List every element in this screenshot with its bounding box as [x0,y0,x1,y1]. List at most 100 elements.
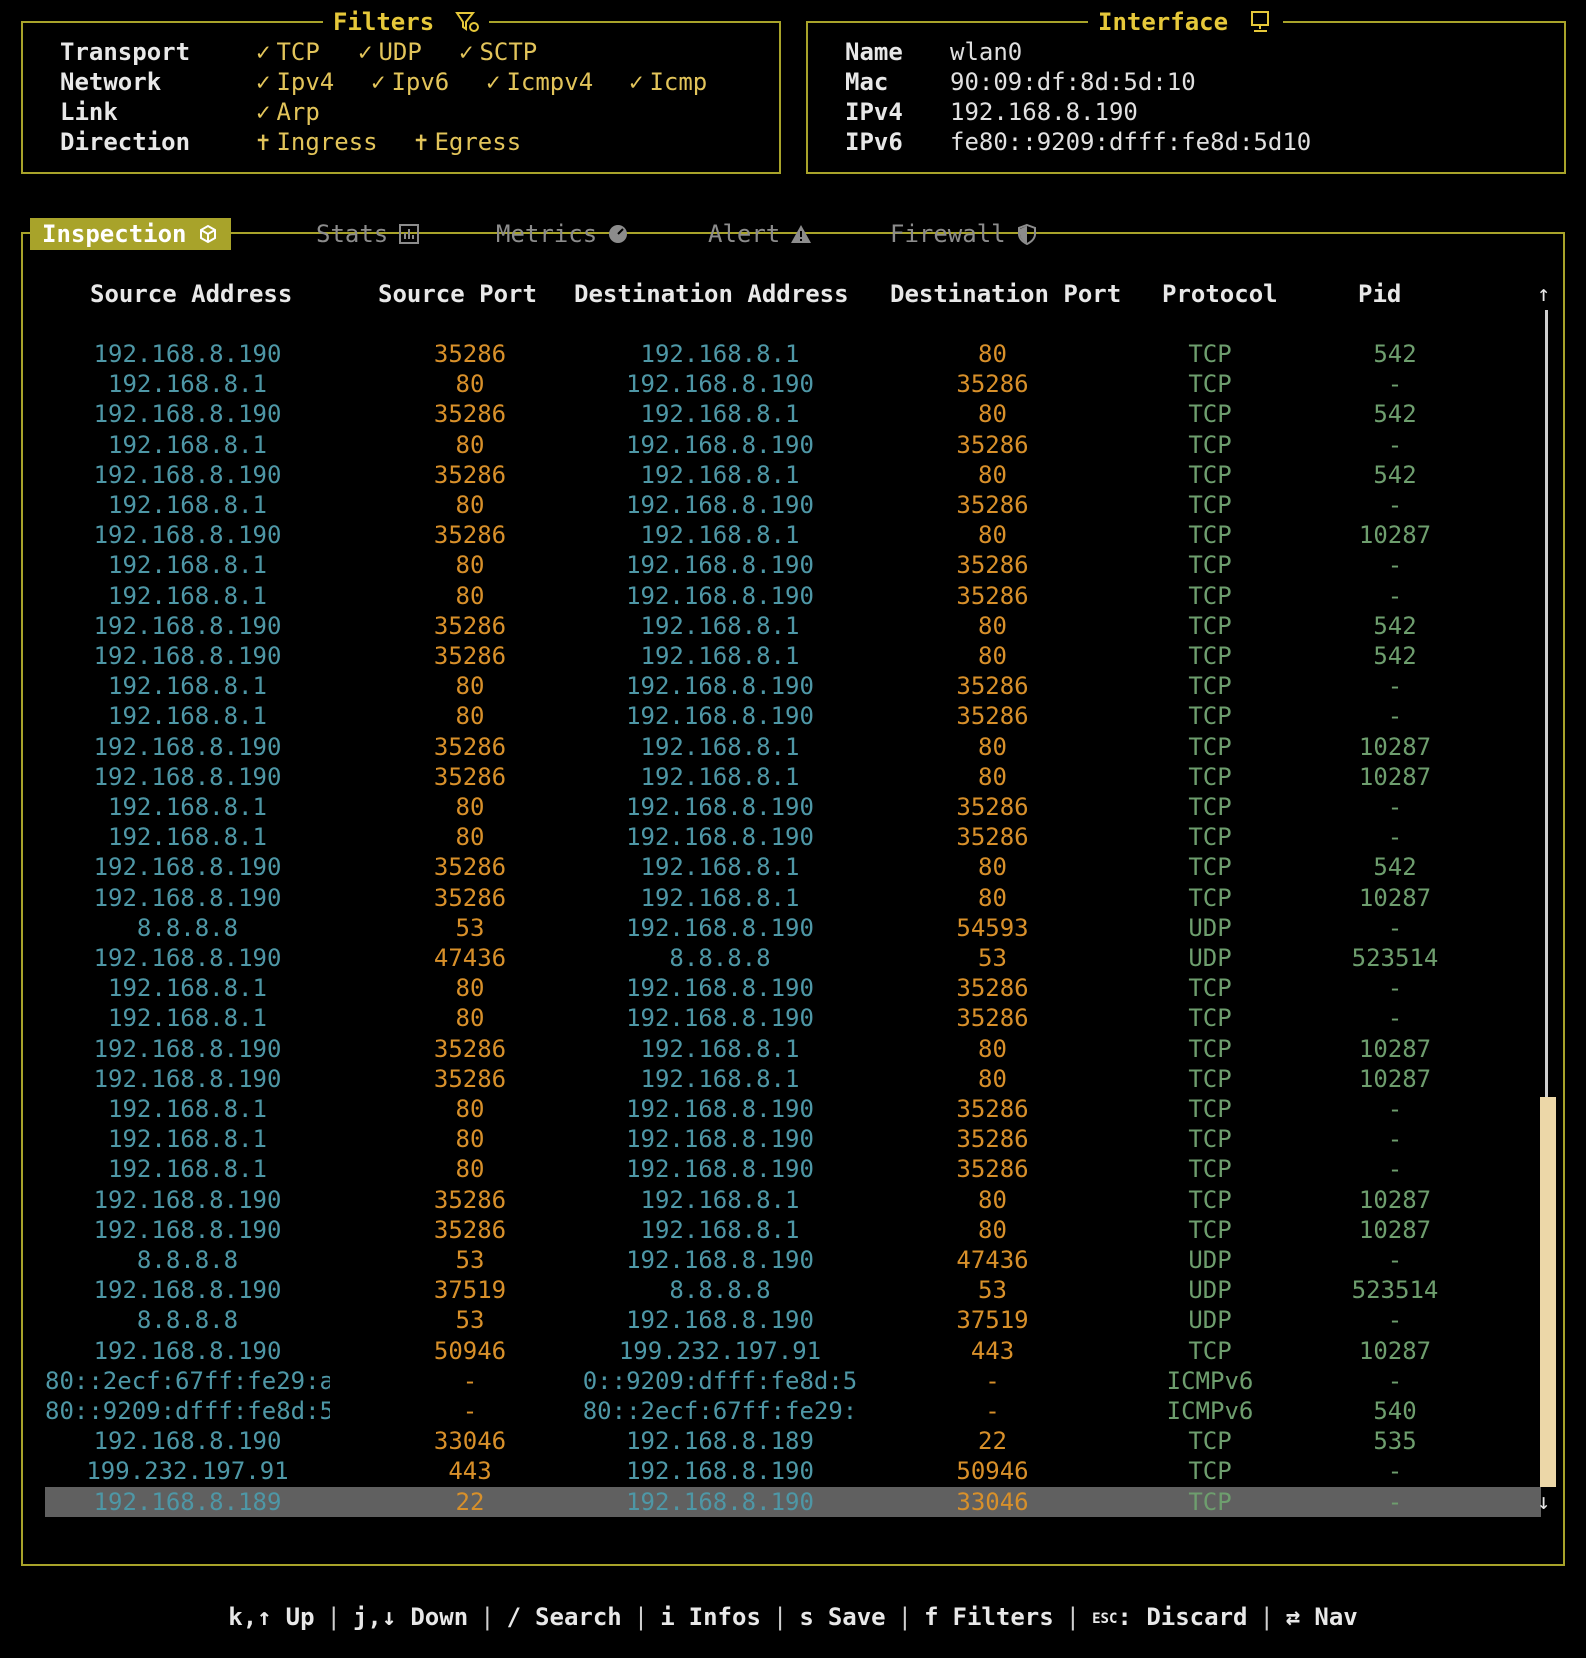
column-header-source-port[interactable]: Source Port [378,279,537,309]
table-row[interactable]: 192.168.8.1 80 192.168.8.190 35286 TCP - [45,581,1541,611]
filter-option-tcp[interactable]: ✓ TCP [256,37,320,67]
tab-inspection[interactable]: Inspection [30,218,231,250]
cell-source-port: 53 [455,913,485,942]
filter-option-ipv4[interactable]: ✓ Ipv4 [256,67,334,97]
table-row[interactable]: 192.168.8.190 35286 192.168.8.1 80 TCP 542 [45,611,1541,641]
table-row[interactable]: 199.232.197.91 443 192.168.8.190 50946 TCP - [45,1456,1541,1486]
table-row[interactable]: 192.168.8.1 80 192.168.8.190 35286 TCP - [45,430,1541,460]
cell-destination-address: 192.168.8.190 [626,1306,814,1335]
filter-option-arp[interactable]: ✓ Arp [256,97,320,127]
filter-option-ingress[interactable]: ✝ Ingress [256,127,378,157]
filter-option-icmp[interactable]: ✓ Icmp [629,67,707,97]
tab-metrics[interactable]: Metrics [496,218,629,250]
table-row[interactable]: 8.8.8.8 53 192.168.8.190 37519 UDP - [45,1305,1541,1335]
cell-protocol: TCP [1188,1185,1232,1214]
table-row[interactable]: 192.168.8.190 35286 192.168.8.1 80 TCP 10287 [45,1064,1541,1094]
filter-option-label: Ingress [276,128,378,156]
cell-pid: - [1387,1457,1403,1486]
column-header-destination-port[interactable]: Destination Port [890,279,1121,309]
table-row[interactable]: 192.168.8.1 80 192.168.8.190 35286 TCP - [45,1124,1541,1154]
table-row[interactable]: 192.168.8.190 35286 192.168.8.1 80 TCP 542 [45,641,1541,671]
table-row[interactable]: 192.168.8.190 50946 199.232.197.91 443 TCP 10… [45,1336,1541,1366]
filter-option-ipv6[interactable]: ✓ Ipv6 [371,67,449,97]
tab-firewall[interactable]: Firewall [890,218,1038,250]
cell-destination-address: 192.168.8.1 [640,1185,800,1214]
keybinding-search[interactable]: / Search [507,1603,622,1631]
tab-stats[interactable]: Stats [316,218,420,250]
cell-pid: - [1387,1125,1403,1154]
table-row[interactable]: 192.168.8.190 35286 192.168.8.1 80 TCP 542 [45,460,1541,490]
table-row[interactable]: 192.168.8.1 80 192.168.8.190 35286 TCP - [45,369,1541,399]
table-row[interactable]: 192.168.8.1 80 192.168.8.190 35286 TCP - [45,792,1541,822]
tab-alert[interactable]: Alert [708,218,812,250]
table-row[interactable]: 192.168.8.1 80 192.168.8.190 35286 TCP - [45,490,1541,520]
cell-pid: - [1387,1004,1403,1033]
cell-source-address: 192.168.8.190 [93,762,282,791]
scrollbar-thumb[interactable] [1540,1097,1556,1487]
keybinding-infos[interactable]: i Infos [660,1603,761,1631]
cell-source-address: 8.8.8.8 [136,1246,239,1274]
table-row[interactable]: 192.168.8.190 35286 192.168.8.1 80 TCP 10287 [45,1215,1541,1245]
column-header-destination-address[interactable]: Destination Address [574,279,849,309]
filter-option-udp[interactable]: ✓ UDP [358,37,422,67]
cell-source-address: 192.168.8.1 [108,1004,267,1033]
table-row[interactable]: 192.168.8.190 35286 192.168.8.1 80 TCP 10287 [45,520,1541,550]
keybinding-save[interactable]: s Save [799,1603,885,1631]
cell-source-port: 80 [455,581,485,610]
cell-pid: 10287 [1358,883,1432,912]
package-icon [199,224,216,244]
cell-source-port: 35286 [433,521,507,550]
cell-source-port: 80 [455,974,485,1003]
check-icon: ✓ [358,38,373,66]
table-row[interactable]: 192.168.8.190 35286 192.168.8.1 80 TCP 542 [45,399,1541,429]
cell-source-address: 192.168.8.1 [108,370,267,399]
table-row[interactable]: 192.168.8.190 35286 192.168.8.1 80 TCP 10287 [45,732,1541,762]
table-row[interactable]: 192.168.8.1 80 192.168.8.190 35286 TCP - [45,1003,1541,1033]
table-row[interactable]: 192.168.8.189 22 192.168.8.190 33046 TCP - [45,1486,1541,1517]
scroll-up-arrow[interactable]: ↑ [1537,283,1550,307]
table-row[interactable]: 192.168.8.1 80 192.168.8.190 35286 TCP - [45,822,1541,852]
filter-option-sctp[interactable]: ✓ SCTP [459,37,537,67]
table-row[interactable]: 192.168.8.1 80 192.168.8.190 35286 TCP - [45,1094,1541,1124]
table-row[interactable]: 192.168.8.1 80 192.168.8.190 35286 TCP - [45,701,1541,731]
table-row[interactable]: 192.168.8.1 80 192.168.8.190 35286 TCP - [45,973,1541,1003]
table-row[interactable]: 192.168.8.190 35286 192.168.8.1 80 TCP 10287 [45,1034,1541,1064]
table-row[interactable]: 192.168.8.190 35286 192.168.8.1 80 TCP 10287 [45,1185,1541,1215]
column-header-source-address[interactable]: Source Address [90,279,292,309]
keybinding-discard[interactable]: ESC: Discard [1092,1603,1247,1631]
table-row[interactable]: 192.168.8.190 35286 192.168.8.1 80 TCP 10287 [45,883,1541,913]
keybinding-nav[interactable]: ⇄ Nav [1286,1603,1358,1631]
table-row[interactable]: 80::2ecf:67ff:fe29:a - 0::9209:dfff:fe8d:5… [45,1366,1541,1396]
table-row[interactable]: 8.8.8.8 53 192.168.8.190 54593 UDP - [45,913,1541,943]
column-header-protocol[interactable]: Protocol [1162,279,1278,309]
table-row[interactable]: 192.168.8.190 47436 8.8.8.8 53 UDP 523514 [45,943,1541,973]
keybinding-filters[interactable]: f Filters [924,1603,1054,1631]
column-header-pid[interactable]: Pid [1358,279,1401,309]
keybinding-up[interactable]: k,↑ Up [228,1603,314,1631]
filter-option-icmpv4[interactable]: ✓ Icmpv4 [486,67,593,97]
table-row[interactable]: 192.168.8.190 37519 8.8.8.8 53 UDP 523514 [45,1275,1541,1305]
keybinding-down[interactable]: j,↓ Down [353,1603,468,1631]
table-row[interactable]: 192.168.8.1 80 192.168.8.190 35286 TCP - [45,550,1541,580]
cell-destination-port: 80 [978,1034,1007,1063]
filter-option-label: Arp [276,98,320,126]
cell-destination-port: 35286 [956,1095,1029,1123]
filter-option-egress[interactable]: ✝ Egress [414,127,521,157]
table-row[interactable]: 192.168.8.190 35286 192.168.8.1 80 TCP 542 [45,852,1541,882]
table-row[interactable]: 192.168.8.190 35286 192.168.8.1 80 TCP 10287 [45,762,1541,792]
table-row[interactable]: 8.8.8.8 53 192.168.8.190 47436 UDP - [45,1245,1541,1275]
table-row[interactable]: 192.168.8.1 80 192.168.8.190 35286 TCP - [45,1154,1541,1184]
table-row[interactable]: 80::9209:dfff:fe8d:5 - 80::2ecf:67ff:fe29:… [45,1396,1541,1426]
cell-destination-address: 192.168.8.190 [626,430,814,459]
scroll-down-arrow[interactable]: ↓ [1537,1491,1550,1515]
cell-source-port: 35286 [433,400,507,429]
tab-label: Firewall [890,220,1006,248]
pin-icon: ✝ [256,128,271,156]
table-row[interactable]: 192.168.8.190 35286 192.168.8.1 80 TCP 542 [45,339,1541,369]
cell-source-port: 35286 [433,642,507,670]
cell-destination-port: 35286 [956,672,1029,701]
cell-pid: 542 [1373,400,1417,429]
table-row[interactable]: 192.168.8.190 33046 192.168.8.189 22 TCP 535 [45,1426,1541,1456]
table-row[interactable]: 192.168.8.1 80 192.168.8.190 35286 TCP - [45,671,1541,701]
pin-icon: ✝ [414,128,429,156]
